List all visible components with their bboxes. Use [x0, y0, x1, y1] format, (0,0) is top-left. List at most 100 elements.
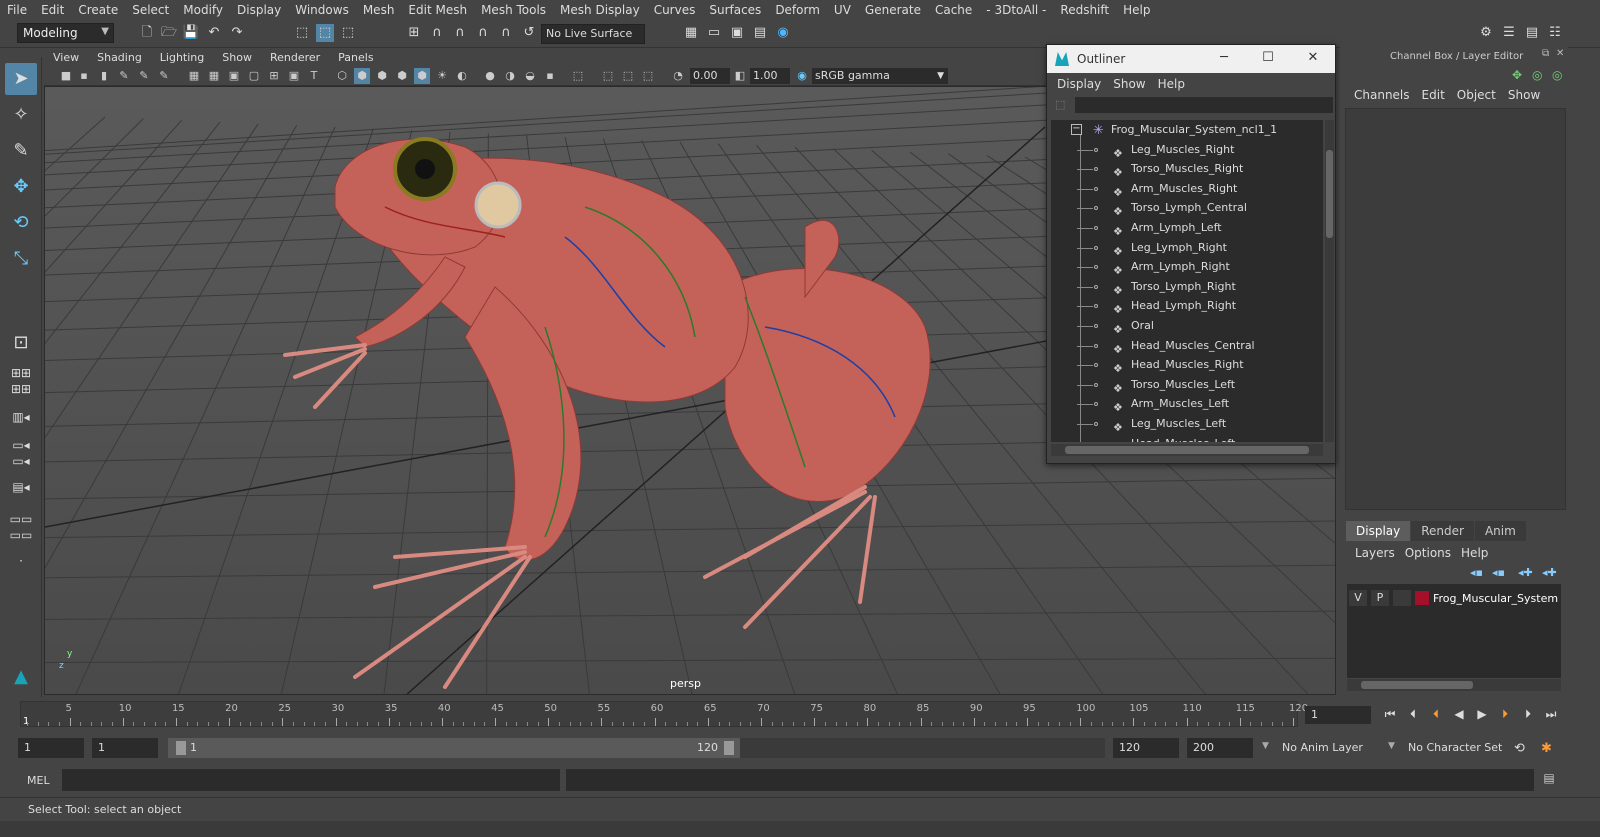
- lights-icon[interactable]: ☀: [434, 68, 450, 84]
- two-d-pan-icon[interactable]: ✎: [136, 68, 152, 84]
- channel-box-icon[interactable]: ☷: [1546, 24, 1564, 42]
- menu-cache[interactable]: Cache: [928, 3, 979, 17]
- expand-dot-icon[interactable]: [1094, 382, 1098, 387]
- animation-end-field[interactable]: 200: [1187, 738, 1253, 758]
- outliner-menu-display[interactable]: Display: [1051, 77, 1107, 91]
- time-ruler[interactable]: 1 51015202530354045505560657075808590951…: [20, 701, 1308, 727]
- animation-start-field[interactable]: 1: [18, 738, 84, 758]
- move-layer-down-icon[interactable]: ◂▪: [1492, 566, 1505, 579]
- expand-dot-icon[interactable]: [1094, 304, 1098, 309]
- expand-dot-icon[interactable]: [1094, 147, 1098, 152]
- snap-live-icon[interactable]: ↺: [520, 24, 538, 42]
- outliner-item[interactable]: ❖ Torso_Muscles_Right: [1051, 159, 1323, 179]
- expand-dot-icon[interactable]: [1094, 206, 1098, 211]
- channelbox-menu-object[interactable]: Object: [1451, 88, 1502, 102]
- isolate-select-icon[interactable]: ⬚: [570, 68, 586, 84]
- script-language-label[interactable]: MEL: [27, 774, 50, 787]
- safe-title-icon[interactable]: T: [306, 68, 322, 84]
- outliner-item[interactable]: ❖ Arm_Muscles_Left: [1051, 394, 1323, 414]
- scale-tool-icon[interactable]: ⤡: [5, 243, 37, 275]
- channelbox-menu-edit[interactable]: Edit: [1416, 88, 1451, 102]
- wireframe-shaded-icon[interactable]: ⬢: [394, 68, 410, 84]
- range-start-handle[interactable]: [176, 741, 186, 755]
- expand-dot-icon[interactable]: [1094, 421, 1098, 426]
- menu-windows[interactable]: Windows: [288, 3, 356, 17]
- outliner-titlebar[interactable]: Outliner ─ ☐ ✕: [1047, 45, 1335, 73]
- custom-layout-icon[interactable]: ▭▭: [5, 525, 37, 545]
- outliner-item[interactable]: ❖ Head_Muscles_Right: [1051, 355, 1323, 375]
- tab-render[interactable]: Render: [1411, 521, 1474, 541]
- expand-dot-icon[interactable]: [1094, 284, 1098, 289]
- uv-layout-icon[interactable]: ▤◂: [5, 477, 37, 497]
- hypershade-icon[interactable]: ▤: [751, 24, 769, 42]
- xray-components-icon[interactable]: ⬚: [640, 68, 656, 84]
- expand-dot-icon[interactable]: [1094, 167, 1098, 172]
- minimize-icon[interactable]: ─: [1209, 50, 1239, 65]
- outliner-search-input[interactable]: [1075, 97, 1333, 113]
- go-to-start-icon[interactable]: ⏮: [1380, 707, 1400, 723]
- step-forward-frame-icon[interactable]: ⏵: [1518, 707, 1538, 723]
- display-type-toggle[interactable]: [1393, 590, 1411, 606]
- grease-pencil-icon[interactable]: ✎: [156, 68, 172, 84]
- layer-row[interactable]: V P Frog_Muscular_System: [1349, 590, 1559, 606]
- new-layer-icon[interactable]: ◂✚: [1518, 566, 1533, 579]
- snap-point-icon[interactable]: ∩: [451, 24, 469, 42]
- script-editor-icon[interactable]: ▤: [1540, 771, 1558, 789]
- tool-settings-icon[interactable]: ▤: [1523, 24, 1541, 42]
- camera-attr-icon[interactable]: ▪: [76, 68, 92, 84]
- bookmark-icon[interactable]: ▮: [96, 68, 112, 84]
- outliner-item[interactable]: ❖ Arm_Lymph_Right: [1051, 257, 1323, 277]
- menu-edit-mesh[interactable]: Edit Mesh: [401, 3, 474, 17]
- step-forward-key-icon[interactable]: ⏵: [1495, 707, 1515, 723]
- auto-key-icon[interactable]: ⟲: [1510, 738, 1529, 758]
- viewport-menu-lighting[interactable]: Lighting: [151, 51, 213, 64]
- expand-dot-icon[interactable]: [1094, 265, 1098, 270]
- menu-3dtoall[interactable]: - 3DtoAll -: [979, 3, 1053, 17]
- lasso-tool-icon[interactable]: ✧: [5, 99, 37, 131]
- modeling-toolkit-icon[interactable]: ⚙: [1477, 24, 1495, 42]
- expand-dot-icon[interactable]: [1094, 363, 1098, 368]
- layer-menu-options[interactable]: Options: [1400, 546, 1456, 560]
- rotate-axis-icon[interactable]: ◎: [1532, 68, 1542, 82]
- move-layer-up-icon[interactable]: ◂▪: [1470, 566, 1483, 579]
- outliner-item[interactable]: ❖ Oral: [1051, 316, 1323, 336]
- redo-icon[interactable]: ↷: [228, 24, 246, 42]
- command-input[interactable]: [62, 769, 560, 791]
- outliner-item[interactable]: ❖ Torso_Muscles_Left: [1051, 375, 1323, 395]
- default-material-icon[interactable]: ⬢: [374, 68, 390, 84]
- grid-toggle-icon[interactable]: ▦: [186, 68, 202, 84]
- playback-end-field[interactable]: 120: [1113, 738, 1179, 758]
- layer-color-swatch[interactable]: [1415, 591, 1429, 605]
- tab-display[interactable]: Display: [1346, 521, 1411, 541]
- expand-dot-icon[interactable]: [1094, 402, 1098, 407]
- live-surface-field[interactable]: No Live Surface: [541, 24, 645, 44]
- anim-layer-dropdown[interactable]: No Anim Layer: [1278, 738, 1367, 758]
- menu-curves[interactable]: Curves: [647, 3, 703, 17]
- viewport-menu-show[interactable]: Show: [213, 51, 261, 64]
- collapse-icon[interactable]: −: [1071, 124, 1082, 135]
- select-object-icon[interactable]: ⬚: [316, 24, 334, 42]
- filter-icon[interactable]: ⬚: [1055, 98, 1065, 111]
- render-settings-icon[interactable]: ▦: [682, 24, 700, 42]
- snap-curve-icon[interactable]: ∩: [428, 24, 446, 42]
- safe-action-icon[interactable]: ▣: [286, 68, 302, 84]
- color-management-icon[interactable]: ◉: [794, 68, 810, 84]
- hypershade-layout-icon[interactable]: ▭◂: [5, 451, 37, 471]
- expand-dot-icon[interactable]: [1094, 245, 1098, 250]
- outliner-item[interactable]: ❖ Arm_Lymph_Left: [1051, 218, 1323, 238]
- film-gate-icon[interactable]: ▦: [206, 68, 222, 84]
- single-pane-icon[interactable]: ⊡: [5, 327, 37, 359]
- outliner-item[interactable]: ❖ Leg_Muscles_Left: [1051, 414, 1323, 434]
- paint-select-icon[interactable]: ✎: [5, 135, 37, 167]
- visibility-toggle[interactable]: V: [1349, 590, 1367, 606]
- select-tool-icon[interactable]: ➤: [5, 63, 37, 95]
- render-frame-icon[interactable]: ▭: [705, 24, 723, 42]
- new-layer-selected-icon[interactable]: ◂✚: [1542, 566, 1557, 579]
- menu-create[interactable]: Create: [71, 3, 125, 17]
- outliner-item[interactable]: ❖ Arm_Muscles_Right: [1051, 179, 1323, 199]
- exposure-field[interactable]: 0.00: [690, 68, 730, 84]
- save-scene-icon[interactable]: 💾: [182, 24, 200, 42]
- menu-uv[interactable]: UV: [827, 3, 858, 17]
- camera-select-icon[interactable]: ■: [58, 68, 74, 84]
- image-plane-icon[interactable]: ✎: [116, 68, 132, 84]
